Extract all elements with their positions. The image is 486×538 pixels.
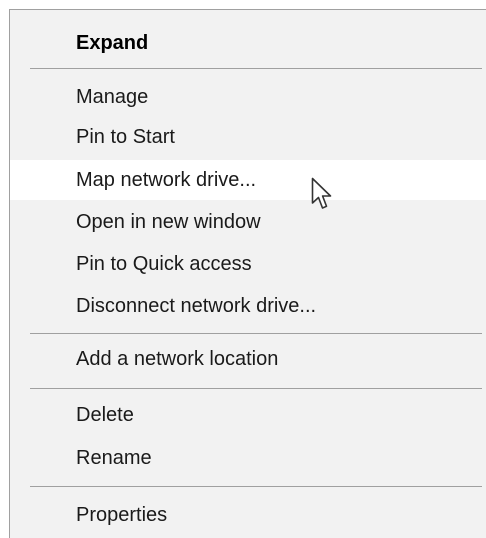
menu-item-pin-to-start[interactable]: Pin to Start bbox=[10, 117, 486, 157]
menu-separator bbox=[30, 68, 482, 69]
menu-item-manage[interactable]: Manage bbox=[10, 77, 486, 117]
menu-item-properties[interactable]: Properties bbox=[10, 495, 486, 535]
mouse-pointer-icon bbox=[311, 177, 332, 209]
menu-item-delete[interactable]: Delete bbox=[10, 395, 486, 435]
context-menu: Expand Manage Pin to Start Map network d… bbox=[9, 9, 486, 538]
menu-item-open-in-new-window[interactable]: Open in new window bbox=[10, 202, 486, 242]
menu-item-disconnect-network-drive[interactable]: Disconnect network drive... bbox=[10, 286, 486, 326]
menu-separator bbox=[30, 486, 482, 487]
menu-separator bbox=[30, 388, 482, 389]
menu-item-rename[interactable]: Rename bbox=[10, 438, 486, 478]
menu-item-map-network-drive[interactable]: Map network drive... bbox=[10, 160, 486, 200]
menu-item-pin-to-quick-access[interactable]: Pin to Quick access bbox=[10, 244, 486, 284]
menu-item-expand[interactable]: Expand bbox=[10, 23, 486, 63]
menu-separator bbox=[30, 333, 482, 334]
menu-item-add-network-location[interactable]: Add a network location bbox=[10, 339, 486, 379]
